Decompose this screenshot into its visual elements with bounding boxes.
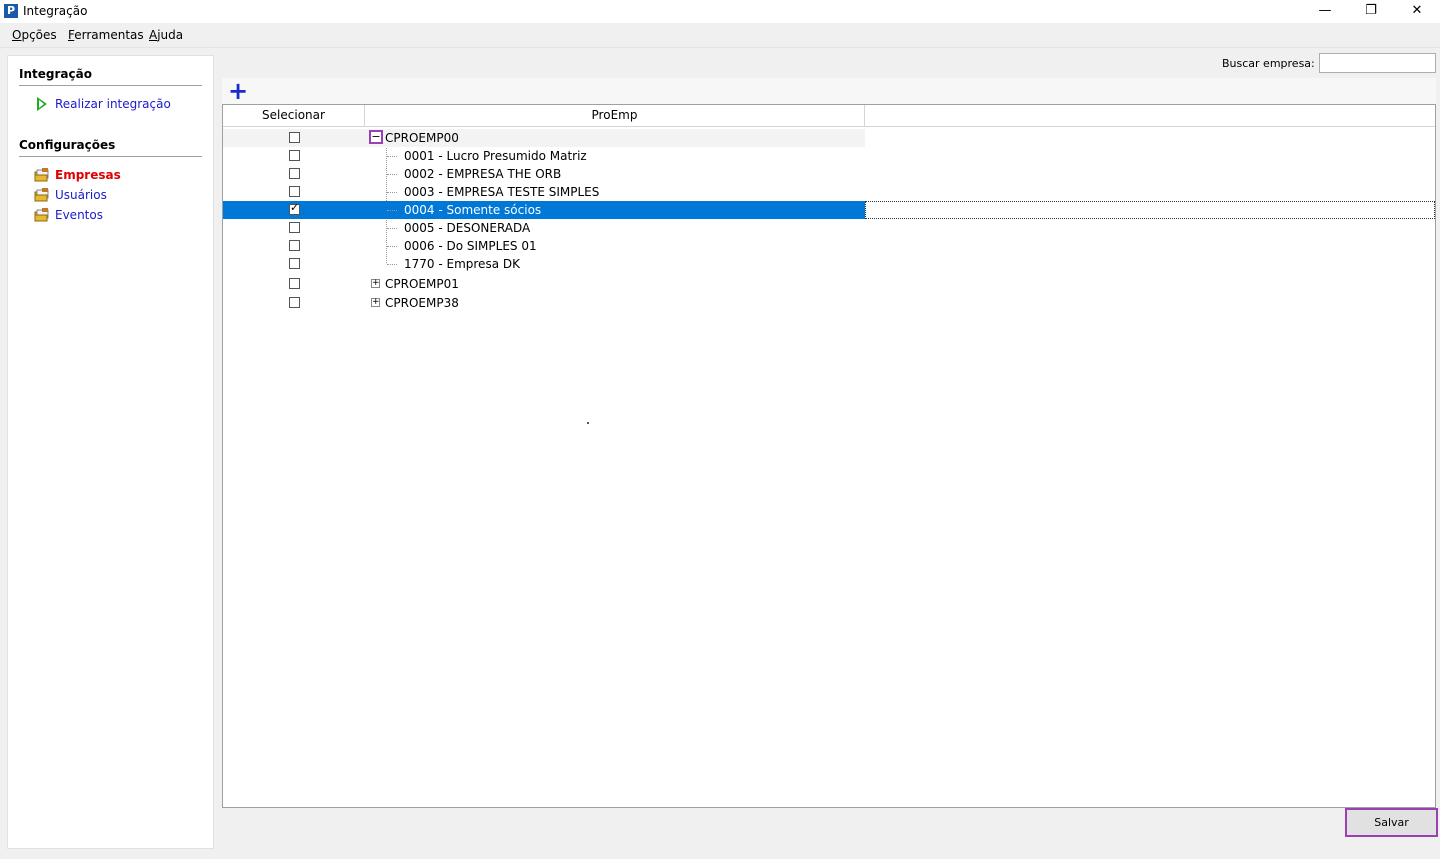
select-checkbox[interactable] [289,168,300,179]
restore-button[interactable]: ❐ [1348,0,1394,23]
select-checkbox-checked[interactable] [289,201,300,215]
group-label: CPROEMP38 [385,296,459,310]
select-checkbox[interactable] [289,258,300,269]
search-label: Buscar empresa: [1222,57,1315,70]
table-row[interactable]: 0001 - Lucro Presumido Matriz [223,147,1435,165]
toolbar-strip [222,78,1436,104]
company-label: 0005 - DESONERADA [404,221,531,235]
app-icon: P [4,4,18,18]
table-row[interactable]: − CPROEMP00 [223,129,1435,147]
add-icon[interactable]: + [228,79,248,103]
nav-label: Empresas [55,168,121,182]
tree-line [387,174,397,175]
row-background [223,255,865,273]
expand-icon[interactable]: + [371,298,380,307]
left-panel: Integração Realizar integração Configura… [7,55,214,849]
section-title-configuracoes: Configurações [19,138,116,152]
group-label: CPROEMP01 [385,277,459,291]
menu-ferramentas[interactable]: Ferramentas [68,28,144,42]
minimize-button[interactable]: — [1302,0,1348,23]
select-checkbox[interactable] [289,222,300,233]
column-header-empty [865,105,1435,127]
nav-label: Eventos [55,208,103,222]
stray-dot [587,422,589,424]
company-label: 0001 - Lucro Presumido Matriz [404,149,587,163]
select-checkbox[interactable] [289,297,300,308]
table-row[interactable]: + CPROEMP01 [223,275,1435,293]
nav-label: Realizar integração [55,97,171,111]
select-checkbox[interactable] [289,186,300,197]
select-checkbox[interactable] [289,150,300,161]
company-label: 1770 - Empresa DK [404,257,520,271]
folder-key-icon [34,207,50,223]
row-background [223,129,865,147]
select-checkbox[interactable] [289,132,300,143]
focus-rectangle [865,201,1435,219]
search-input[interactable] [1319,53,1436,73]
select-checkbox[interactable] [289,240,300,251]
table-row[interactable]: 0006 - Do SIMPLES 01 [223,237,1435,255]
nav-label: Usuários [55,188,107,202]
tree-line [387,264,397,265]
column-header-selecionar[interactable]: Selecionar [223,105,365,127]
close-button[interactable]: ✕ [1394,0,1440,23]
row-background [223,237,865,255]
row-background [223,201,865,219]
table-row-selected[interactable]: 0004 - Somente sócios [223,201,1435,219]
select-checkbox[interactable] [289,278,300,289]
tree-line [387,228,397,229]
tree-line [387,210,397,211]
grid-header: Selecionar ProEmp [223,105,1435,127]
title-bar: P Integração — ❐ ✕ [0,0,1440,23]
tree-line [387,156,397,157]
company-label: 0002 - EMPRESA THE ORB [404,167,562,181]
section-divider [19,85,202,86]
table-row[interactable]: 0002 - EMPRESA THE ORB [223,165,1435,183]
folder-key-icon [34,187,50,203]
table-row[interactable]: 0005 - DESONERADA [223,219,1435,237]
section-title-integracao: Integração [19,67,92,81]
tree-line [387,192,397,193]
play-icon [34,96,50,112]
group-label: CPROEMP00 [385,131,459,145]
column-header-proemp[interactable]: ProEmp [365,105,865,127]
menu-opcoes[interactable]: Opções [12,28,57,42]
section-divider [19,156,202,157]
tree-line [387,246,397,247]
window-title: Integração [23,4,88,18]
table-row[interactable]: 1770 - Empresa DK [223,255,1435,273]
collapse-icon[interactable]: − [369,130,383,144]
company-label: 0004 - Somente sócios [404,203,542,217]
menu-ajuda[interactable]: Ajuda [149,28,183,42]
save-button[interactable]: Salvar [1345,808,1438,837]
company-grid: Selecionar ProEmp − CPROEMP00 0001 - Luc… [222,104,1436,808]
row-background [223,219,865,237]
company-label: 0003 - EMPRESA TESTE SIMPLES [404,185,600,199]
expand-icon[interactable]: + [371,279,380,288]
table-row[interactable]: + CPROEMP38 [223,294,1435,312]
table-row[interactable]: 0003 - EMPRESA TESTE SIMPLES [223,183,1435,201]
company-label: 0006 - Do SIMPLES 01 [404,239,537,253]
folder-key-icon [34,167,50,183]
menu-bar: Opções Ferramentas Ajuda [0,23,1440,48]
